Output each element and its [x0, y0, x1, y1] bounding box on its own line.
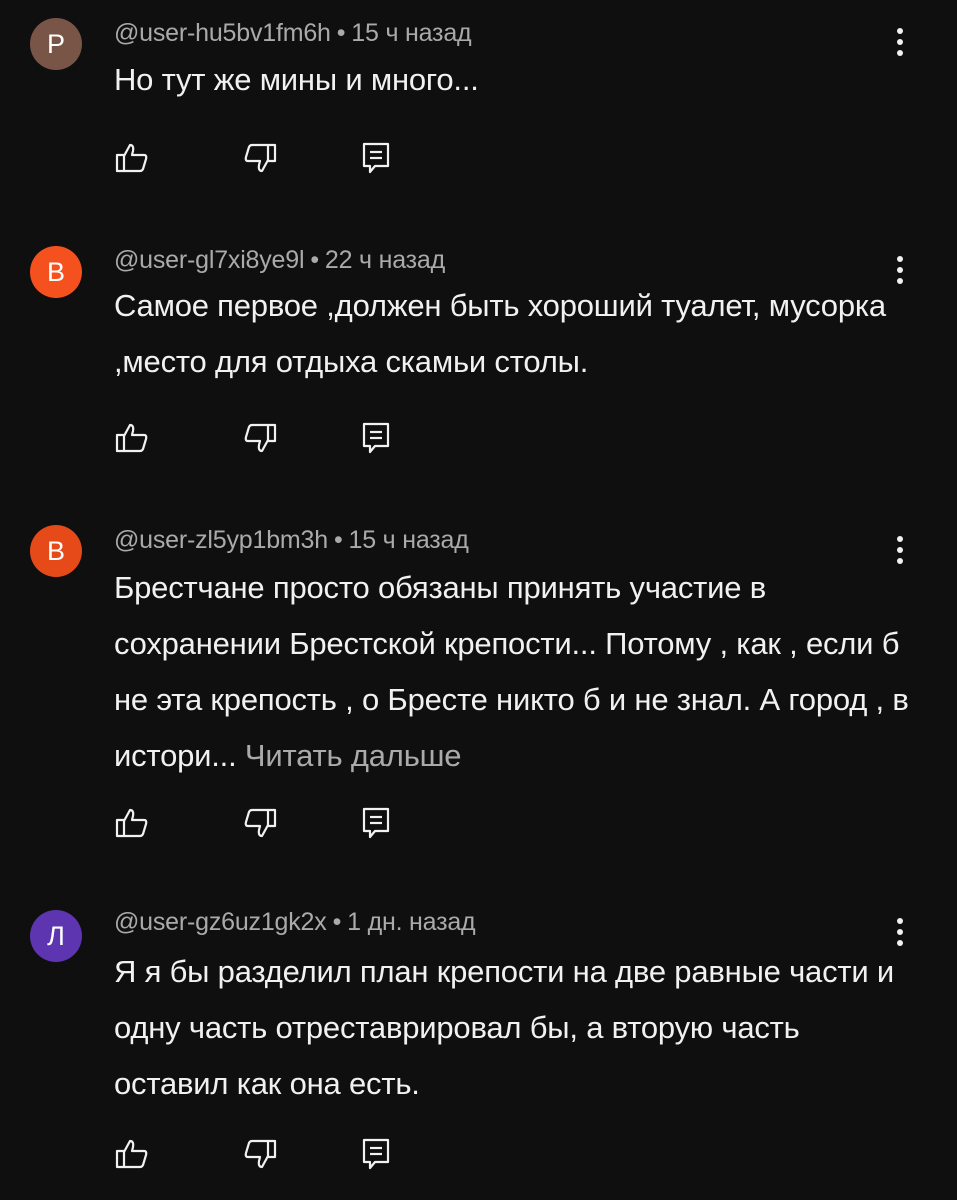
like-button[interactable] [112, 418, 152, 458]
thumb-down-icon [244, 143, 277, 173]
comment-menu-button[interactable] [884, 20, 916, 64]
dislike-button[interactable] [240, 418, 280, 458]
avatar[interactable]: Л [30, 910, 82, 962]
dislike-button[interactable] [240, 803, 280, 843]
comment-text-content: Брестчане просто обязаны принять участие… [114, 570, 909, 773]
comment-text-content: Но тут же мины и много... [114, 62, 479, 97]
thumb-down-icon [244, 423, 277, 453]
comment-time: 22 ч назад [324, 246, 445, 274]
reply-comment-icon [362, 422, 390, 454]
reply-button[interactable] [356, 803, 396, 843]
comment-username[interactable]: @user-zl5yp1bm3h [114, 526, 328, 554]
avatar[interactable]: В [30, 246, 82, 298]
reply-comment-icon [362, 1138, 390, 1170]
more-vertical-icon [897, 28, 903, 56]
comment-menu-button[interactable] [884, 910, 916, 954]
reply-button[interactable] [356, 138, 396, 178]
comment-meta: @user-hu5bv1fm6h • 15 ч назад [114, 19, 472, 48]
like-button[interactable] [112, 138, 152, 178]
comment-text: Брестчане просто обязаны принять участие… [114, 560, 914, 784]
reply-button[interactable] [356, 1134, 396, 1174]
comment-text-content: Я я бы разделил план крепости на две рав… [114, 954, 895, 1101]
reply-comment-icon [362, 807, 390, 839]
thumb-down-icon [244, 1139, 277, 1169]
reply-comment-icon [362, 142, 390, 174]
thumb-up-icon [115, 143, 148, 173]
comment-menu-button[interactable] [884, 248, 916, 292]
meta-separator: • [310, 246, 319, 274]
comment-time: 1 дн. назад [347, 908, 476, 936]
comment-time: 15 ч назад [351, 19, 472, 47]
comment-text: Но тут же мины и много... [114, 52, 914, 108]
thumb-up-icon [115, 423, 148, 453]
comment-text-content: Самое первое ,должен быть хороший туалет… [114, 288, 886, 379]
comment-text: Я я бы разделил план крепости на две рав… [114, 944, 914, 1112]
more-vertical-icon [897, 918, 903, 946]
reply-button[interactable] [356, 418, 396, 458]
dislike-button[interactable] [240, 138, 280, 178]
comment-meta: @user-zl5yp1bm3h • 15 ч назад [114, 526, 469, 555]
avatar[interactable]: В [30, 525, 82, 577]
like-button[interactable] [112, 1134, 152, 1174]
thumb-down-icon [244, 808, 277, 838]
comment-menu-button[interactable] [884, 528, 916, 572]
avatar[interactable]: Р [30, 18, 82, 70]
thumb-up-icon [115, 1139, 148, 1169]
more-vertical-icon [897, 256, 903, 284]
meta-separator: • [333, 526, 343, 554]
comment-username[interactable]: @user-hu5bv1fm6h [114, 19, 331, 47]
comment-username[interactable]: @user-gl7xi8ye9l [114, 246, 305, 274]
thumb-up-icon [115, 808, 148, 838]
like-button[interactable] [112, 803, 152, 843]
more-vertical-icon [897, 536, 903, 564]
read-more-link[interactable]: Читать дальше [245, 738, 462, 773]
dislike-button[interactable] [240, 1134, 280, 1174]
comment-meta: @user-gl7xi8ye9l • 22 ч назад [114, 246, 445, 275]
comment-text: Самое первое ,должен быть хороший туалет… [114, 278, 914, 390]
comment-time: 15 ч назад [348, 526, 469, 554]
meta-separator: • [332, 908, 342, 936]
comment-username[interactable]: @user-gz6uz1gk2x [114, 908, 327, 936]
meta-separator: • [336, 19, 346, 47]
comment-meta: @user-gz6uz1gk2x • 1 дн. назад [114, 908, 476, 937]
